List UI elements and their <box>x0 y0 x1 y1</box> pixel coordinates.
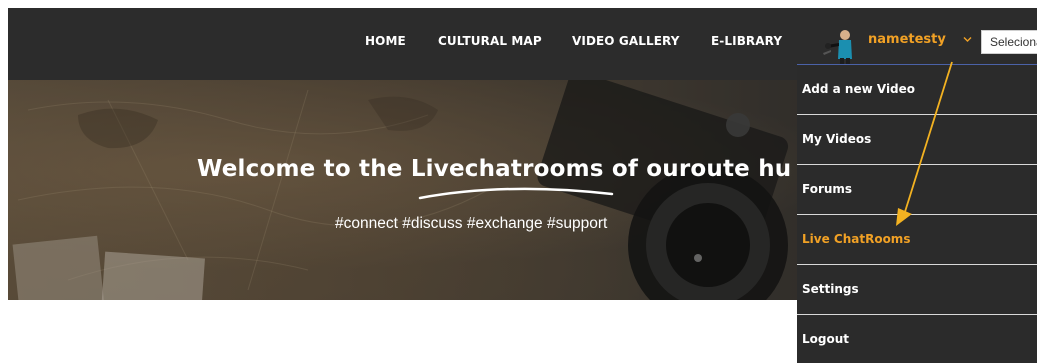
menu-item-settings[interactable]: Settings <box>797 265 1037 315</box>
nav-e-library-link[interactable]: E-LIBRARY <box>711 34 782 48</box>
nav-video-gallery-link[interactable]: VIDEO GALLERY <box>572 34 680 48</box>
language-select[interactable]: Seleciona <box>981 30 1037 54</box>
chevron-down-icon[interactable] <box>963 36 972 43</box>
page: HOME CULTURAL MAP VIDEO GALLERY E-LIBRAR… <box>0 0 1037 363</box>
menu-item-logout[interactable]: Logout <box>797 315 1037 363</box>
hero-title: Welcome to the Livechatrooms of ouroute … <box>197 156 792 182</box>
user-avatar-icon[interactable] <box>819 25 859 65</box>
title-underline-swoosh <box>418 187 614 200</box>
user-menu-toggle[interactable]: nametesty <box>868 32 946 47</box>
hero-subtitle: #connect #discuss #exchange #support <box>335 215 608 232</box>
nav-home-link[interactable]: HOME <box>365 34 406 48</box>
annotation-arrow-icon <box>896 61 953 226</box>
nav-cultural-map-link[interactable]: CULTURAL MAP <box>438 34 542 48</box>
